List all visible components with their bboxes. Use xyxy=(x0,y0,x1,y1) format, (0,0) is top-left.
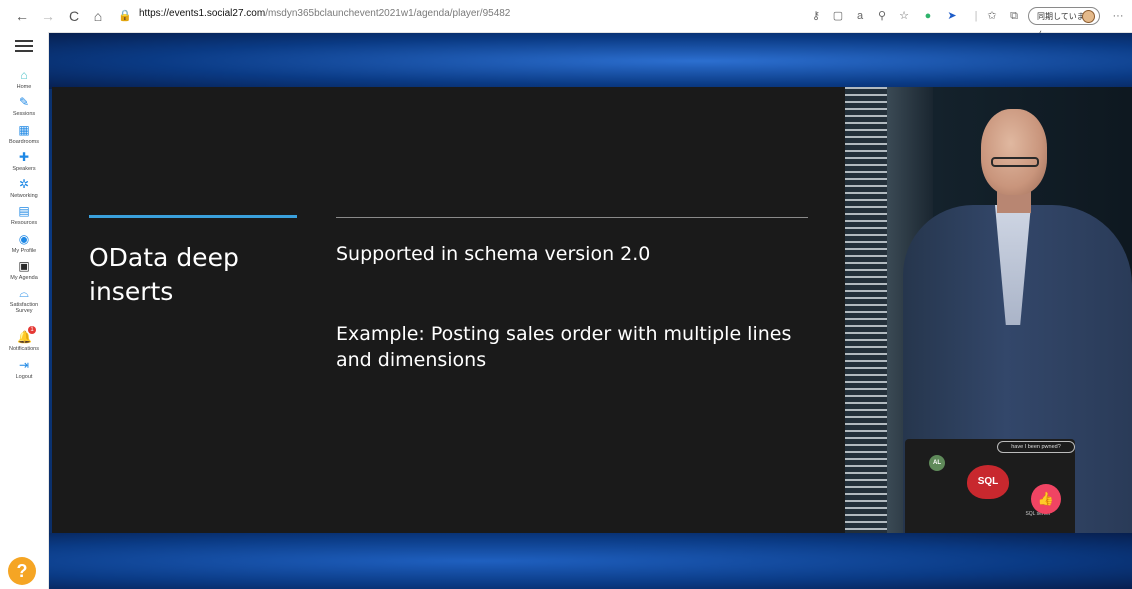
presentation-slide: OData deep inserts Supported in schema v… xyxy=(52,87,845,533)
reload-button[interactable]: C xyxy=(64,6,84,26)
agenda-icon: ▣ xyxy=(18,259,30,273)
sidebar-item-label: Satisfaction Survey xyxy=(9,302,39,314)
sidebar-item-label: Boardrooms xyxy=(9,139,39,145)
sidebar-item-label: Networking xyxy=(10,193,38,199)
avatar xyxy=(1082,10,1095,23)
stage-background-top xyxy=(49,33,1132,89)
hamburger-menu-icon[interactable] xyxy=(15,40,33,54)
video-player[interactable]: OData deep inserts Supported in schema v… xyxy=(49,33,1132,589)
back-button[interactable]: ← xyxy=(12,6,32,26)
key-icon[interactable]: ⚷ xyxy=(808,8,824,24)
slide-bullet-2: Example: Posting sales order with multip… xyxy=(336,323,792,371)
sidebar-item-label: Resources xyxy=(10,220,38,226)
laptop-sql-sticker: SQL xyxy=(967,465,1009,499)
browser-toolbar: ← → C ⌂ 🔒 https://events1.social27.com/m… xyxy=(0,0,1132,39)
collections-icon[interactable]: ⧉ xyxy=(1006,8,1022,24)
resources-icon: ▤ xyxy=(18,204,30,218)
boardroom-icon: ▦ xyxy=(18,123,30,137)
thumbs-up-icon: 👍 xyxy=(1037,491,1055,506)
sidebar-item-my-profile[interactable]: ◉ My Profile xyxy=(0,232,48,254)
sidebar-item-resources[interactable]: ▤ Resources xyxy=(0,204,48,226)
sidebar-item-my-agenda[interactable]: ▣ My Agenda xyxy=(0,259,48,281)
laptop-sticker: have I been pwned? xyxy=(997,441,1075,453)
like-button[interactable]: 👍 xyxy=(1031,484,1061,514)
sidebar-item-label: Notifications xyxy=(9,346,39,352)
sidebar: ⌂ Home ✎ Sessions ▦ Boardrooms ✚ Speaker… xyxy=(0,32,49,589)
back-arrow-icon: ← xyxy=(15,8,29,24)
url-host: https://events1.social27.com xyxy=(139,8,266,19)
divider-icon: | xyxy=(974,10,978,22)
profile-sync-button[interactable]: 同期していません xyxy=(1028,7,1100,39)
sidebar-item-logout[interactable]: ⇥ Logout xyxy=(0,358,48,380)
content-divider-line xyxy=(336,217,808,218)
slide-bullet-1: Supported in schema version 2.0 xyxy=(336,243,651,265)
survey-icon: ⌓ xyxy=(19,286,29,300)
sidebar-item-label: Sessions xyxy=(12,111,36,117)
title-accent-line xyxy=(89,215,297,218)
sidebar-item-notifications[interactable]: 🔔 1 Notifications xyxy=(0,326,48,352)
extension-blue-icon[interactable]: ➤ xyxy=(944,8,960,24)
sidebar-item-networking[interactable]: ✲ Networking xyxy=(0,177,48,199)
stage-background-bottom xyxy=(49,533,1132,589)
pen-icon: ✎ xyxy=(18,95,30,109)
sidebar-item-label: Logout xyxy=(15,374,33,380)
speaker-glasses xyxy=(991,157,1039,167)
slide-title: OData deep inserts xyxy=(89,243,239,306)
home-button[interactable]: ⌂ xyxy=(88,6,108,26)
logout-icon: ⇥ xyxy=(18,358,30,372)
favorite-icon[interactable]: ☆ xyxy=(896,8,912,24)
read-aloud-icon[interactable]: a xyxy=(852,8,868,24)
more-icon[interactable]: ··· xyxy=(1110,8,1126,24)
favorites-icon[interactable]: ✩ xyxy=(984,8,1000,24)
app-icon[interactable]: ▢ xyxy=(830,8,846,24)
home-icon: ⌂ xyxy=(20,68,28,82)
forward-button[interactable]: → xyxy=(38,6,58,26)
address-bar[interactable]: 🔒 https://events1.social27.com/msdyn365b… xyxy=(113,5,803,27)
speaker-video: have I been pwned? AL SQL SQL server xyxy=(845,87,1132,533)
url-text: https://events1.social27.com/msdyn365bcl… xyxy=(139,8,510,19)
sidebar-item-home[interactable]: ⌂ Home xyxy=(0,68,48,90)
led-light-wall xyxy=(845,87,887,533)
laptop-al-sticker: AL xyxy=(929,455,945,471)
url-path: /msdyn365bclaunchevent2021w1/agenda/play… xyxy=(265,8,511,19)
reload-icon: C xyxy=(68,8,80,24)
notification-badge: 1 xyxy=(28,326,36,334)
sidebar-item-boardrooms[interactable]: ▦ Boardrooms xyxy=(0,123,48,145)
speaker-icon: ✚ xyxy=(18,150,30,164)
extension-green-icon[interactable]: ● xyxy=(920,8,936,24)
sidebar-item-speakers[interactable]: ✚ Speakers xyxy=(0,150,48,172)
sidebar-item-satisfaction-survey[interactable]: ⌓ Satisfaction Survey xyxy=(0,286,48,314)
sidebar-item-label: My Agenda xyxy=(10,275,38,281)
home-icon: ⌂ xyxy=(93,8,103,24)
help-button[interactable]: ? xyxy=(8,557,36,585)
forward-arrow-icon: → xyxy=(41,8,55,24)
networking-icon: ✲ xyxy=(18,177,30,191)
lock-icon: 🔒 xyxy=(118,10,132,22)
help-icon: ? xyxy=(16,561,28,581)
sidebar-item-label: My Profile xyxy=(11,248,37,254)
sidebar-item-label: Home xyxy=(16,84,32,90)
speaker-head xyxy=(981,109,1047,195)
sidebar-item-label: Speakers xyxy=(12,166,36,172)
zoom-icon[interactable]: ⚲ xyxy=(874,8,890,24)
sidebar-item-sessions[interactable]: ✎ Sessions xyxy=(0,95,48,117)
profile-icon: ◉ xyxy=(18,232,30,246)
